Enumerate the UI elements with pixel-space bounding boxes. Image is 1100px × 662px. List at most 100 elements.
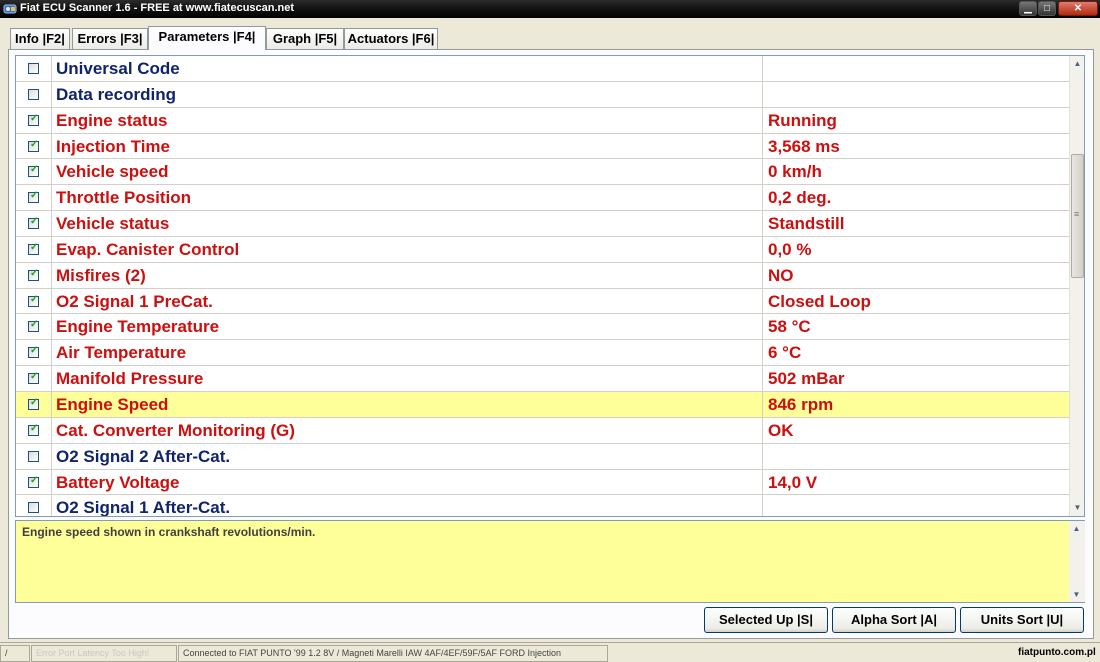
parameter-checkbox[interactable]: ✓ — [28, 396, 39, 410]
table-row[interactable]: O2 Signal 1 After-Cat. — [16, 495, 1069, 516]
close-button[interactable]: ✕ — [1058, 1, 1098, 16]
parameter-value: 3,568 ms — [768, 136, 840, 156]
minimize-button[interactable]: ▁ — [1019, 1, 1037, 16]
parameter-checkbox[interactable]: ✓ — [28, 216, 39, 230]
table-row[interactable]: ✓ Misfires (2) NO — [16, 262, 1069, 289]
check-icon: ✓ — [30, 164, 39, 176]
tab-info[interactable]: Info |F2| — [10, 28, 70, 49]
checkbox-cell — [16, 56, 52, 81]
table-row[interactable]: Universal Code — [16, 56, 1069, 82]
scroll-up-arrow-icon[interactable]: ▲ — [1070, 56, 1084, 71]
parameter-checkbox[interactable]: ✓ — [28, 423, 39, 436]
parameter-name: Battery Voltage — [52, 469, 763, 495]
check-icon: ✓ — [30, 319, 39, 331]
checkbox-cell: ✓ — [16, 159, 52, 185]
parameter-name: Data recording — [52, 81, 763, 107]
parameter-checkbox[interactable] — [28, 502, 39, 514]
scroll-thumb[interactable]: ≡ — [1071, 154, 1084, 278]
table-row[interactable]: ✓ O2 Signal 1 PreCat. Closed Loop — [16, 288, 1069, 315]
parameter-value: Standstill — [768, 214, 845, 234]
parameter-value: 14,0 V — [768, 472, 818, 492]
status-panel-indicator: / — [0, 645, 30, 662]
checkbox-cell: ✓ — [16, 107, 52, 133]
parameter-checkbox[interactable] — [28, 63, 39, 74]
parameter-name: Engine Temperature — [52, 314, 763, 340]
table-row[interactable]: ✓ Air Temperature 6 °C — [16, 340, 1069, 367]
parameter-value: 58 °C — [768, 317, 811, 337]
parameter-checkbox[interactable]: ✓ — [28, 319, 39, 333]
description-text: Engine speed shown in crankshaft revolut… — [22, 525, 316, 539]
parameter-name: Universal Code — [52, 56, 763, 81]
parameter-checkbox[interactable]: ✓ — [28, 345, 39, 359]
table-row[interactable]: ✓ Manifold Pressure 502 mBar — [16, 366, 1069, 392]
parameter-checkbox[interactable]: ✓ — [28, 242, 39, 255]
table-row[interactable]: ✓ Battery Voltage 14,0 V — [16, 469, 1069, 496]
grip-icon: ≡ — [1074, 209, 1080, 219]
parameter-checkbox[interactable]: ✓ — [28, 371, 39, 385]
checkbox-cell: ✓ — [16, 133, 52, 159]
check-icon: ✓ — [30, 216, 39, 228]
units-sort-button[interactable]: Units Sort |U| — [960, 607, 1084, 633]
parameter-value: Closed Loop — [768, 291, 871, 311]
parameter-value — [763, 444, 1069, 469]
checkbox-cell — [16, 81, 52, 107]
table-row[interactable]: ✓ Cat. Converter Monitoring (G) OK — [16, 417, 1069, 444]
status-bar: / Error Port Latency Too High! Connected… — [0, 642, 1100, 662]
maximize-button[interactable]: □ — [1038, 1, 1056, 16]
check-icon: ✓ — [30, 474, 39, 486]
tab-parameters[interactable]: Parameters |F4| — [148, 26, 266, 50]
scroll-down-arrow-icon[interactable]: ▼ — [1070, 500, 1084, 515]
table-row[interactable]: ✓ Engine Speed 846 rpm — [16, 391, 1069, 418]
alpha-sort-button[interactable]: Alpha Sort |A| — [832, 607, 956, 633]
parameter-value: NO — [768, 265, 794, 285]
checkbox-cell: ✓ — [16, 469, 52, 495]
table-row[interactable]: ✓ Injection Time 3,568 ms — [16, 133, 1069, 160]
table-row[interactable]: O2 Signal 2 After-Cat. — [16, 443, 1069, 470]
tab-actuators[interactable]: Actuators |F6| — [344, 28, 438, 49]
tab-graph[interactable]: Graph |F5| — [266, 28, 344, 49]
table-row[interactable]: ✓ Engine status Running — [16, 107, 1069, 134]
parameter-checkbox[interactable]: ✓ — [28, 293, 39, 307]
parameter-checkbox[interactable]: ✓ — [28, 190, 39, 204]
parameter-checkbox[interactable] — [28, 88, 39, 100]
description-scrollbar[interactable]: ▲ ▼ — [1069, 521, 1085, 602]
table-row[interactable]: ✓ Vehicle status Standstill — [16, 211, 1069, 237]
parameter-value — [763, 82, 1069, 107]
parameter-name: O2 Signal 1 After-Cat. — [52, 495, 763, 516]
desc-scroll-down-arrow-icon[interactable]: ▼ — [1069, 587, 1084, 602]
table-row[interactable]: ✓ Engine Temperature 58 °C — [16, 314, 1069, 341]
checkbox-cell: ✓ — [16, 262, 52, 288]
watermark: fiatpunto.com.pl — [1018, 647, 1096, 658]
parameter-value: 502 mBar — [768, 369, 845, 389]
check-icon: ✓ — [30, 112, 39, 124]
checkbox-cell: ✓ — [16, 288, 52, 314]
parameter-value: 0,0 % — [768, 239, 812, 259]
table-row[interactable]: ✓ Vehicle speed 0 km/h — [16, 159, 1069, 186]
table-row[interactable]: Data recording — [16, 81, 1069, 108]
grid-scrollbar[interactable]: ▲ ≡ ▼ — [1069, 56, 1084, 516]
check-icon: ✓ — [30, 293, 39, 305]
table-row[interactable]: ✓ Throttle Position 0,2 deg. — [16, 185, 1069, 212]
check-icon: ✓ — [30, 396, 39, 408]
tab-errors[interactable]: Errors |F3| — [72, 28, 148, 49]
parameter-name: Throttle Position — [52, 185, 763, 211]
status-panel-error: Error Port Latency Too High! — [31, 645, 177, 662]
checkbox-cell: ✓ — [16, 314, 52, 340]
checkbox-cell: ✓ — [16, 391, 52, 417]
parameter-checkbox[interactable]: ✓ — [28, 268, 39, 281]
checkbox-cell: ✓ — [16, 366, 52, 391]
table-row[interactable]: ✓ Evap. Canister Control 0,0 % — [16, 236, 1069, 263]
parameter-checkbox[interactable]: ✓ — [28, 474, 39, 488]
parameter-name: Cat. Converter Monitoring (G) — [52, 417, 763, 443]
check-icon: ✓ — [30, 371, 39, 383]
parameter-value: Running — [768, 110, 837, 130]
window-title: Fiat ECU Scanner 1.6 - FREE at www.fiate… — [20, 2, 295, 14]
status-panel-connection: Connected to FIAT PUNTO '99 1.2 8V / Mag… — [178, 645, 608, 662]
selected-up-button[interactable]: Selected Up |S| — [704, 607, 828, 633]
title-bar: Fiat ECU Scanner 1.6 - FREE at www.fiate… — [0, 0, 1100, 18]
parameter-checkbox[interactable]: ✓ — [28, 164, 39, 178]
parameter-checkbox[interactable]: ✓ — [28, 139, 39, 152]
desc-scroll-up-arrow-icon[interactable]: ▲ — [1069, 521, 1084, 536]
parameter-checkbox[interactable] — [28, 450, 39, 462]
parameter-checkbox[interactable]: ✓ — [28, 112, 39, 126]
